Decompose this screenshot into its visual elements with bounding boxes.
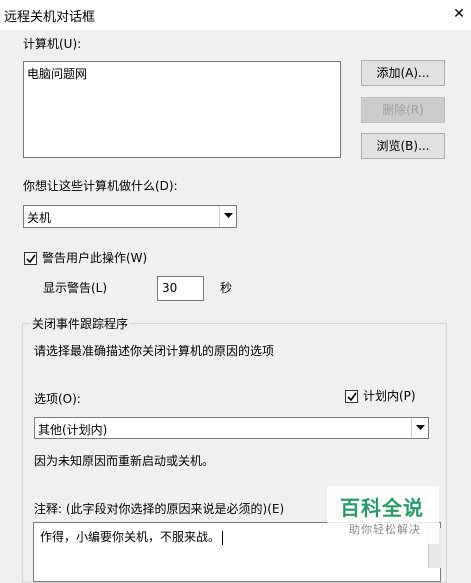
warning-seconds-input[interactable]: 30 — [157, 276, 204, 301]
warn-users-checkbox[interactable] — [24, 252, 37, 265]
add-button[interactable]: 添加(A)... — [361, 60, 445, 86]
planned-checkbox[interactable] — [345, 390, 358, 403]
comment-label: 注释: (此字段对你选择的原因来说是必须的)(E) — [34, 502, 285, 516]
window-title: 远程关机对话框 — [4, 10, 96, 25]
remove-button[interactable]: 删除(R) — [361, 97, 445, 123]
action-select-value: 关机 — [27, 211, 52, 225]
action-select[interactable]: 关机 — [23, 205, 237, 228]
display-warning-label: 显示警告(L) — [43, 281, 108, 295]
chevron-down-icon[interactable] — [411, 418, 428, 438]
seconds-unit: 秒 — [220, 281, 233, 295]
comment-text: 作得，小编要你关机，不服来战。 — [40, 528, 224, 545]
watermark-tagline: 助你轻松解决 — [349, 523, 421, 536]
option-label: 选项(O): — [34, 392, 81, 406]
reason-description: 因为未知原因而重新启动或关机。 — [34, 454, 215, 468]
action-label: 你想让这些计算机做什么(D): — [23, 179, 178, 193]
watermark-logo-text: 百科全说 — [340, 496, 424, 520]
instruction-text: 请选择最准确描述你关闭计算机的原因的选项 — [34, 344, 275, 358]
computers-label: 计算机(U): — [23, 37, 82, 51]
planned-label[interactable]: 计划内(P) — [363, 388, 416, 404]
warn-users-label[interactable]: 警告用户此操作(W) — [42, 250, 147, 266]
computers-listbox[interactable]: 电脑问题网 — [23, 61, 341, 158]
list-item[interactable]: 电脑问题网 — [27, 65, 87, 82]
text-caret — [222, 530, 224, 545]
group-title: 关闭事件跟踪程序 — [30, 316, 131, 332]
reason-select-value: 其他(计划内) — [38, 423, 108, 437]
browse-button[interactable]: 浏览(B)... — [361, 133, 445, 159]
chevron-down-icon[interactable] — [219, 206, 236, 227]
close-icon[interactable]: ✕ — [450, 4, 468, 24]
reason-select[interactable]: 其他(计划内) — [34, 417, 429, 439]
warning-seconds-value: 30 — [162, 281, 178, 295]
